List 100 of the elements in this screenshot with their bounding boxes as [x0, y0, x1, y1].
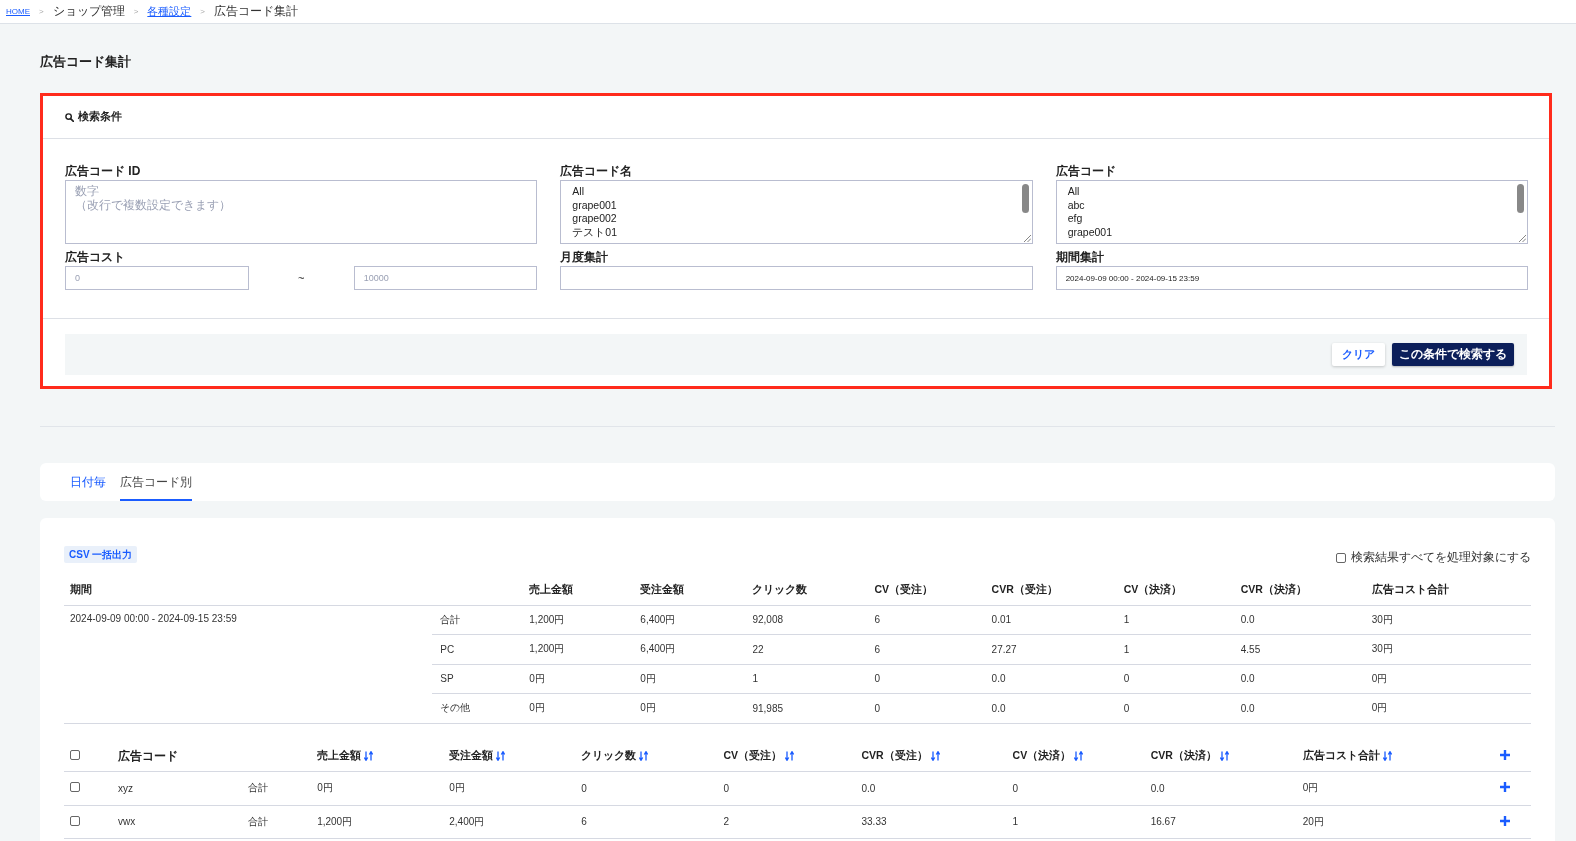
cell-value: 20円	[1302, 815, 1324, 827]
column-header: クリック数	[581, 749, 637, 764]
sort-icon[interactable]	[1219, 751, 1229, 762]
search-button[interactable]: この条件で検索する	[1392, 343, 1514, 366]
breadcrumb-separator: >	[133, 7, 139, 16]
cell-value: 0	[1012, 782, 1019, 794]
cell-value: 6,400円	[640, 613, 676, 625]
list-option[interactable]: All	[1067, 185, 1516, 199]
code-value: xyz	[118, 782, 134, 794]
list-option[interactable]: All	[572, 185, 1021, 199]
cell-value: 1,200円	[529, 613, 565, 625]
device-label: その他	[440, 702, 471, 714]
list-option[interactable]: grape002	[572, 212, 1021, 226]
cell-value: 0.0	[1240, 702, 1255, 714]
cell-value: 0.01	[991, 614, 1012, 626]
sort-icon[interactable]	[785, 751, 794, 762]
list-option[interactable]: abc	[1067, 198, 1516, 212]
sort-icon[interactable]	[496, 751, 506, 762]
search-icon	[65, 112, 74, 122]
column-header: CVR（受注）	[861, 749, 928, 764]
column-header: CVR（決済）	[1240, 583, 1307, 596]
cell-value: 16.67	[1150, 816, 1176, 828]
breadcrumb-link[interactable]: 各種設定	[147, 4, 192, 19]
clear-button[interactable]: クリア	[1332, 343, 1385, 366]
multi-select-list[interactable]: All grape001 grape002 テスト01	[560, 180, 1033, 244]
scrollbar-thumb[interactable]	[1517, 184, 1524, 213]
cell-value: 0	[1123, 673, 1130, 685]
cell-value: 0.0	[991, 673, 1006, 685]
plus-icon[interactable]	[1499, 815, 1510, 826]
field-label: 月度集計	[560, 250, 609, 265]
list-option[interactable]: efg	[1067, 212, 1516, 226]
cell-value: 1	[752, 673, 758, 685]
csv-export-button[interactable]: CSV 一括出力	[64, 546, 138, 563]
cell-value: 1,200円	[529, 643, 565, 655]
period-input[interactable]: 2024-09-09 00:00 - 2024-09-15 23:59	[1055, 266, 1528, 290]
checkbox[interactable]	[70, 782, 80, 793]
cell-value: 33.33	[861, 816, 887, 828]
cell-value: 22	[752, 643, 764, 655]
sort-icon[interactable]	[930, 751, 940, 762]
list-option[interactable]: grape001	[572, 198, 1021, 212]
column-header: 広告コスト合計	[1302, 749, 1380, 764]
column-header: 受注金額	[449, 749, 494, 764]
sort-icon[interactable]	[1382, 751, 1392, 762]
sort-icon[interactable]	[639, 751, 649, 762]
cell-value: 0	[581, 782, 587, 794]
list-option[interactable]: grape001	[1067, 225, 1516, 239]
range-separator: ~	[297, 272, 305, 284]
device-label: SP	[440, 673, 454, 685]
field-label: 広告コード	[1055, 164, 1116, 179]
multi-select-list[interactable]: All abc efg grape001	[1055, 180, 1528, 244]
checkbox[interactable]	[1336, 552, 1346, 563]
cell-value: 1,200円	[317, 815, 353, 827]
breadcrumb-link[interactable]: HOME	[6, 7, 30, 16]
cell-value: 0.0	[861, 782, 876, 794]
resize-grip-icon[interactable]	[1023, 235, 1031, 242]
column-header: CV（受注）	[723, 749, 782, 764]
checkbox[interactable]	[70, 750, 80, 761]
device-label: PC	[440, 643, 455, 655]
cell-value: 91,985	[752, 702, 783, 714]
sort-icon[interactable]	[364, 751, 374, 762]
list-option[interactable]: テスト01	[572, 225, 1021, 239]
min-cost-input[interactable]: 0	[65, 266, 249, 290]
period-text: 2024-09-09 00:00 - 2024-09-15 23:59	[70, 612, 237, 624]
cell-value: 0円	[640, 672, 656, 684]
tab[interactable]: 日付毎	[70, 463, 106, 501]
cell-value: 0	[874, 673, 881, 685]
plus-icon[interactable]	[1499, 750, 1510, 761]
page-title: 広告コード集計	[40, 54, 131, 70]
text-input[interactable]	[560, 266, 1033, 290]
checkbox[interactable]	[70, 815, 80, 826]
sort-icon[interactable]	[1074, 751, 1084, 762]
code-value: vwx	[118, 816, 136, 828]
cell-value: 6	[874, 643, 881, 655]
column-header: CV（受注）	[874, 583, 934, 596]
cell-value: 30円	[1371, 643, 1393, 655]
column-header: クリック数	[752, 583, 808, 596]
breadcrumb-text: ショップ管理	[52, 3, 125, 20]
resize-grip-icon[interactable]	[1519, 235, 1526, 242]
field-label: 広告コード ID	[65, 164, 141, 179]
cell-value: 27.27	[991, 643, 1017, 655]
column-header: 広告コード	[118, 747, 179, 765]
column-header: 売上金額	[317, 749, 362, 764]
column-header: 売上金額	[529, 583, 574, 596]
cell-value: 0円	[529, 672, 545, 684]
column-header: 受注金額	[640, 583, 685, 596]
checkbox-label: 検索結果すべてを処理対象にする	[1351, 549, 1531, 566]
column-header: CVR（決済）	[1150, 749, 1217, 764]
scrollbar-thumb[interactable]	[1021, 184, 1029, 213]
field-label: 期間集計	[1055, 250, 1104, 265]
cell-value: 0.0	[991, 702, 1006, 714]
field-label: 広告コスト	[65, 250, 125, 265]
plus-icon[interactable]	[1499, 782, 1510, 793]
tab[interactable]: 広告コード別	[120, 463, 192, 501]
field-label: 広告コード名	[560, 164, 633, 179]
total-label: 合計	[248, 815, 269, 827]
cell-value: 0.0	[1240, 614, 1255, 626]
id-textarea[interactable]: 数字 （改行で複数設定できます）	[65, 180, 538, 244]
cell-value: 4.55	[1240, 643, 1261, 655]
max-cost-input[interactable]: 10000	[353, 266, 538, 290]
cell-value: 6,400円	[640, 643, 676, 655]
